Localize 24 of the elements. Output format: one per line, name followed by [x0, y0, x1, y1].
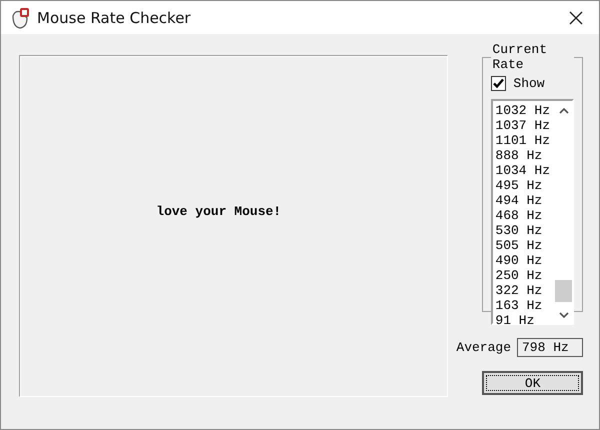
rate-list-item[interactable]: 163 Hz: [495, 298, 555, 313]
rate-list-item[interactable]: 495 Hz: [495, 178, 555, 193]
ok-button[interactable]: OK: [482, 371, 583, 395]
show-checkbox[interactable]: Show: [491, 76, 574, 91]
rate-list-item[interactable]: 494 Hz: [495, 193, 555, 208]
rate-list-item[interactable]: 505 Hz: [495, 238, 555, 253]
rate-list-item[interactable]: 1032 Hz: [495, 103, 555, 118]
close-icon: [569, 10, 583, 24]
rate-list-item[interactable]: 490 Hz: [495, 253, 555, 268]
average-label: Average: [456, 340, 511, 355]
panel-message: love your Mouse!: [156, 204, 282, 218]
rate-list-item[interactable]: 322 Hz: [495, 283, 555, 298]
rate-list-item[interactable]: 468 Hz: [495, 208, 555, 223]
rate-list-item[interactable]: 250 Hz: [495, 268, 555, 283]
scrollbar-thumb[interactable]: [555, 280, 572, 302]
rate-list-item[interactable]: 91 Hz: [495, 313, 555, 328]
rate-list-item[interactable]: 888 Hz: [495, 148, 555, 163]
window-title: Mouse Rate Checker: [37, 8, 192, 26]
rate-list-item[interactable]: 530 Hz: [495, 223, 555, 238]
rate-list-item[interactable]: 1101 Hz: [495, 133, 555, 148]
rate-list-item[interactable]: 1034 Hz: [495, 163, 555, 178]
group-title: Current Rate: [491, 42, 548, 72]
rate-list-item[interactable]: 1037 Hz: [495, 118, 555, 133]
average-field: 798 Hz: [517, 338, 583, 357]
